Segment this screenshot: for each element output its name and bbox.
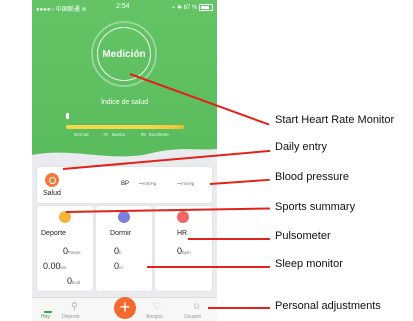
- label-sleep: Sleep monitor: [275, 258, 343, 270]
- clock: 2:54: [116, 3, 130, 10]
- scale-value-90: 90: [141, 132, 147, 137]
- measure-button[interactable]: Medición: [97, 27, 151, 81]
- battery-icon: [199, 4, 213, 11]
- index-marker-icon: [66, 113, 69, 119]
- hr-title: HR: [177, 230, 188, 237]
- tab-amigos[interactable]: Amigos: [146, 314, 163, 320]
- bp-diastolic: --mmHg: [177, 181, 195, 187]
- scale-value-70: 70: [103, 132, 109, 137]
- hr-card[interactable]: HR 0bpm: [155, 206, 212, 291]
- annotation-line-sleep: [147, 266, 270, 268]
- tab-usuario[interactable]: Usuario: [184, 314, 201, 320]
- tab-deporte[interactable]: Deporte: [62, 314, 80, 320]
- shoe-icon: ⚲: [71, 301, 78, 311]
- label-pulsometer: Pulsometer: [275, 230, 331, 242]
- measure-button-label: Medición: [102, 48, 146, 60]
- add-button[interactable]: +: [114, 297, 136, 319]
- bp-systolic: --mmHg: [139, 181, 157, 187]
- dormir-card[interactable]: Dormir 0h 0m: [96, 206, 152, 291]
- deporte-title: Deporte: [41, 230, 66, 237]
- distance-value: 0.00km: [43, 261, 67, 271]
- carrier: ●●●●○ 中国联通 ≋: [36, 7, 87, 13]
- dormir-title: Dormir: [110, 230, 131, 237]
- deporte-card[interactable]: Deporte 0Pasos 0.00km 0kcal: [37, 206, 93, 291]
- phone-screen: ●●●●○ 中国联通 ≋ 2:54 ⌁ ✱ 87 % Medición Índi…: [32, 0, 217, 321]
- label-start-hr: Start Heart Rate Monitor: [275, 114, 395, 126]
- hr-value: 0bpm: [177, 246, 191, 256]
- scale-bueno: Bueno: [112, 132, 126, 137]
- annotation-line-pulsometer: [188, 238, 270, 240]
- heart-check-icon: [45, 173, 59, 187]
- sleep-hours: 0h: [114, 246, 122, 256]
- friends-heart-icon: ♡: [153, 301, 162, 311]
- salud-card[interactable]: Salud BP --mmHg --mmHg: [37, 167, 212, 203]
- status-bar: ●●●●○ 中国联通 ≋ 2:54 ⌁ ✱ 87 %: [32, 2, 217, 14]
- heart-icon: [177, 211, 189, 223]
- scale-normal: Normal: [74, 132, 89, 137]
- steps-value: 0Pasos: [63, 246, 81, 256]
- user-icon: ☺: [192, 301, 202, 311]
- sleep-minutes: 0m: [114, 261, 123, 271]
- salud-title: Salud: [43, 190, 61, 197]
- health-hero: ●●●●○ 中国联通 ≋ 2:54 ⌁ ✱ 87 % Medición Índi…: [32, 0, 217, 160]
- tab-hoy[interactable]: Hoy: [41, 314, 50, 320]
- label-bp: Blood pressure: [275, 171, 349, 183]
- chart-bars-icon: [44, 303, 52, 313]
- label-personal: Personal adjustments: [275, 300, 381, 312]
- annotation-line-personal: [208, 307, 270, 309]
- bp-label: BP: [121, 181, 130, 187]
- label-sports: Sports summary: [275, 201, 356, 213]
- label-daily: Daily entry: [275, 141, 327, 153]
- annotation-line-bp: [209, 178, 270, 185]
- moon-icon: [118, 211, 130, 223]
- scale-excelente: Excelente: [149, 132, 169, 137]
- health-index-label: Índice de salud: [100, 99, 149, 106]
- battery-status: ⌁ ✱ 87 %: [172, 4, 213, 11]
- health-index-bar: [66, 125, 184, 129]
- calories-value: 0kcal: [67, 276, 81, 286]
